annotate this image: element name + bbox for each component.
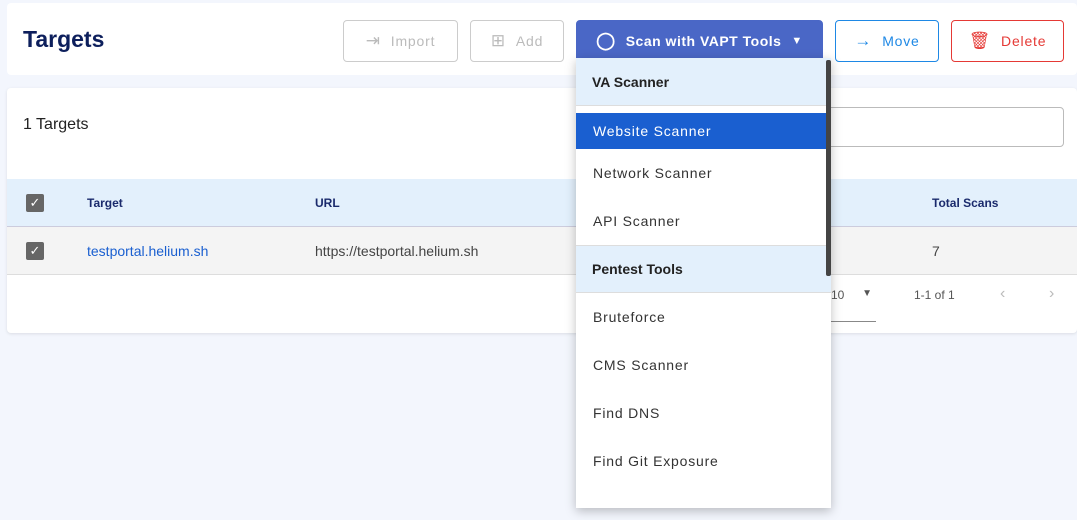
menu-item-bruteforce[interactable]: Bruteforce: [576, 293, 831, 341]
page-range: 1-1 of 1: [914, 288, 955, 302]
page-title: Targets: [23, 26, 105, 52]
import-button[interactable]: ⇥ Import: [343, 20, 458, 62]
trash-icon: 🗑: [968, 31, 992, 50]
plus-box-icon: ⊞: [490, 31, 506, 50]
menu-scrollbar[interactable]: [826, 60, 831, 276]
add-button[interactable]: ⊞ Add: [470, 20, 564, 62]
menu-section-pentest-tools: Pentest Tools: [576, 245, 831, 293]
table-row[interactable]: ✓ testportal.helium.sh https://testporta…: [7, 227, 1077, 275]
loading-circle-icon: ◯: [596, 31, 616, 50]
menu-item-find-dns[interactable]: Find DNS: [576, 389, 831, 437]
delete-label: Delete: [1001, 33, 1047, 49]
arrow-right-icon: →: [854, 31, 873, 50]
caret-down-icon: ▼: [862, 288, 872, 299]
menu-item-cms-scanner[interactable]: CMS Scanner: [576, 341, 831, 389]
targets-panel: 1 Targets ✓ Target URL Total Scans ✓ tes…: [7, 88, 1077, 333]
target-count: 1 Targets: [23, 116, 89, 133]
total-scans: 7: [932, 243, 940, 259]
import-label: Import: [390, 33, 436, 49]
move-button[interactable]: → Move: [835, 20, 939, 62]
scan-tools-menu: VA Scanner Website Scanner Network Scann…: [576, 58, 831, 508]
target-link[interactable]: testportal.helium.sh: [87, 227, 208, 275]
col-target[interactable]: Target: [87, 179, 123, 227]
menu-item-api-scanner[interactable]: API Scanner: [576, 197, 831, 245]
next-page-icon[interactable]: ›: [1049, 285, 1054, 303]
menu-item-find-git-exposure[interactable]: Find Git Exposure: [576, 437, 831, 485]
delete-button[interactable]: 🗑 Delete: [951, 20, 1064, 62]
menu-item-website-scanner[interactable]: Website Scanner: [576, 113, 831, 149]
menu-section-va-scanner: VA Scanner: [576, 58, 831, 106]
scan-label: Scan with VAPT Tools: [625, 33, 782, 49]
row-checkbox[interactable]: ✓: [26, 242, 44, 260]
scan-vapt-button[interactable]: ◯ Scan with VAPT Tools ▼: [576, 20, 823, 62]
target-url: https://testportal.helium.sh: [315, 243, 479, 259]
prev-page-icon[interactable]: ‹: [1000, 285, 1005, 303]
rows-per-page-value: 10: [831, 288, 845, 302]
col-total-scans[interactable]: Total Scans: [932, 179, 998, 227]
caret-down-icon: ▼: [791, 35, 803, 47]
menu-item-network-scanner[interactable]: Network Scanner: [576, 149, 831, 197]
select-all-checkbox[interactable]: ✓: [26, 194, 44, 212]
add-label: Add: [515, 33, 544, 49]
header-bar: Targets ⇥ Import ⊞ Add ◯ Scan with VAPT Too…: [7, 3, 1077, 75]
move-label: Move: [882, 33, 920, 49]
col-url[interactable]: URL: [315, 179, 340, 227]
table-header: ✓ Target URL Total Scans: [7, 179, 1077, 227]
import-icon: ⇥: [365, 31, 381, 50]
